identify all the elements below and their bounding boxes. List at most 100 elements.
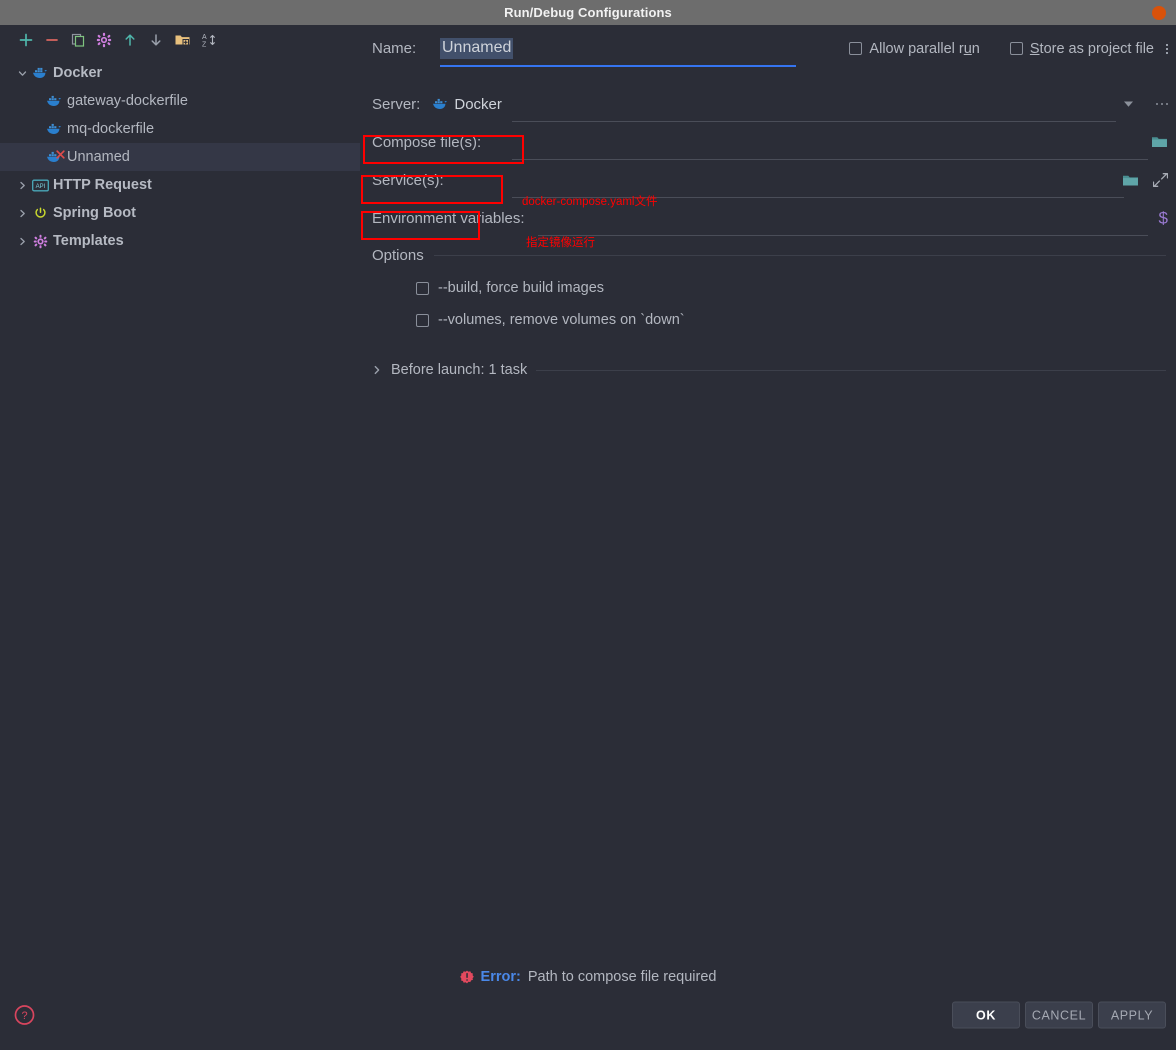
env-vars-underline — [538, 235, 1148, 236]
checkbox-box — [416, 313, 429, 327]
dialog-footer: ? OK CANCEL APPLY — [0, 993, 1176, 1037]
store-as-project-file-checkbox[interactable]: Store as project file — [1009, 40, 1154, 57]
arrow-up-icon[interactable] — [117, 27, 143, 53]
server-more-icon[interactable] — [1155, 102, 1168, 106]
env-vars-icons: $ — [1159, 210, 1168, 227]
configurations-tree[interactable]: Docker gateway-dockerfile mq-dockerfile … — [0, 59, 360, 255]
before-launch-section[interactable]: Before launch: 1 task — [360, 362, 1176, 378]
error-label: Error: — [480, 969, 521, 985]
tree-group-templates[interactable]: Templates — [0, 227, 360, 255]
error-status-row: Error: Path to compose file required — [0, 969, 1176, 985]
gear-icon[interactable] — [91, 27, 117, 53]
tree-group-docker[interactable]: Docker — [0, 59, 360, 87]
folder-icon[interactable] — [1122, 173, 1139, 187]
annotation-text-compose: docker-compose.yaml文件 — [522, 196, 658, 208]
gear-icon — [30, 234, 50, 249]
expand-editor-icon[interactable] — [1153, 173, 1168, 188]
svg-text:Z: Z — [202, 42, 207, 49]
name-input[interactable]: Unnamed — [440, 38, 796, 67]
tree-item-gateway-dockerfile[interactable]: gateway-dockerfile — [0, 87, 360, 115]
tree-item-label: mq-dockerfile — [67, 121, 155, 137]
error-overlay-icon — [56, 147, 65, 163]
options-title: Options — [372, 247, 424, 264]
tree-item-unnamed[interactable]: Unnamed — [0, 143, 360, 171]
chevron-right-icon[interactable] — [372, 365, 382, 375]
checkbox-box — [416, 281, 429, 295]
top-right-options: Allow parallel run Store as project file — [849, 41, 1168, 57]
server-value[interactable]: Docker — [432, 96, 502, 113]
window-title: Run/Debug Configurations — [504, 5, 672, 20]
tree-item-label: Docker — [53, 65, 103, 81]
tree-group-spring-boot[interactable]: Spring Boot — [0, 199, 360, 227]
docker-whale-icon — [44, 147, 65, 164]
server-label: Server: — [372, 95, 421, 113]
tree-group-http-request[interactable]: API HTTP Request — [0, 171, 360, 199]
options-header: Options — [372, 247, 1176, 264]
option-volumes-checkbox[interactable]: --volumes, remove volumes on `down` — [416, 312, 1176, 328]
compose-files-label: Compose file(s): — [372, 133, 482, 151]
compose-files-underline — [512, 159, 1148, 160]
chevron-down-icon[interactable] — [14, 65, 30, 81]
arrow-down-icon[interactable] — [143, 27, 169, 53]
checkbox-box — [1009, 42, 1023, 55]
cancel-button[interactable]: CANCEL — [1025, 1001, 1093, 1029]
dialog-buttons: OK CANCEL APPLY — [952, 1001, 1166, 1029]
dollar-macro-icon[interactable]: $ — [1159, 210, 1168, 227]
folder-add-icon[interactable] — [169, 27, 195, 53]
error-message: Path to compose file required — [527, 969, 717, 985]
help-circle-icon[interactable]: ? — [14, 1005, 35, 1026]
folder-icon[interactable] — [1151, 135, 1168, 149]
add-configuration-button[interactable] — [13, 27, 39, 53]
docker-whale-icon — [30, 66, 50, 80]
store-as-project-file-label: Store as project file — [1029, 40, 1154, 57]
tree-item-label: gateway-dockerfile — [67, 93, 188, 109]
more-options-icon[interactable] — [1166, 43, 1168, 54]
close-circle-icon[interactable] — [1152, 5, 1166, 20]
chevron-right-icon[interactable] — [14, 233, 30, 249]
chevron-down-icon[interactable] — [1123, 100, 1134, 108]
server-row: Server: Docker — [360, 85, 1176, 123]
configurations-sidebar: A Z Docker gateway-dockerfile mq-dockerf… — [0, 25, 360, 1037]
chevron-right-icon[interactable] — [14, 177, 30, 193]
compose-files-icons — [1151, 135, 1168, 149]
sort-az-icon[interactable]: A Z — [195, 27, 221, 53]
http-request-icon: API — [30, 179, 50, 192]
server-row-icons — [1123, 100, 1168, 108]
services-row: Service(s): — [360, 161, 1176, 199]
options-divider — [433, 255, 1166, 256]
tree-item-label: Unnamed — [67, 149, 130, 165]
env-vars-label: Environment variables: — [372, 209, 525, 227]
svg-text:API: API — [35, 184, 45, 190]
sidebar-toolbar: A Z — [0, 25, 360, 55]
tree-item-mq-dockerfile[interactable]: mq-dockerfile — [0, 115, 360, 143]
name-input-underline — [440, 65, 796, 67]
before-launch-divider — [536, 369, 1166, 371]
tree-item-label: Spring Boot — [53, 205, 136, 221]
ok-button[interactable]: OK — [952, 1001, 1020, 1029]
option-build-checkbox[interactable]: --build, force build images — [416, 280, 1176, 296]
option-build-label: --build, force build images — [438, 280, 605, 296]
name-label: Name: — [372, 40, 417, 57]
remove-configuration-button[interactable] — [39, 27, 65, 53]
copy-icon[interactable] — [65, 27, 91, 53]
services-icons — [1122, 173, 1168, 188]
dialog-body: A Z Docker gateway-dockerfile mq-dockerf… — [0, 25, 1176, 1037]
window-titlebar: Run/Debug Configurations — [0, 0, 1176, 25]
docker-whale-icon — [432, 97, 448, 111]
services-label: Service(s): — [372, 171, 444, 189]
allow-parallel-run-label: Allow parallel run — [869, 40, 980, 57]
tree-item-label: HTTP Request — [53, 177, 152, 193]
spring-boot-icon — [30, 206, 50, 221]
docker-whale-icon — [44, 94, 64, 108]
chevron-right-icon[interactable] — [14, 205, 30, 221]
env-vars-row: Environment variables: $ — [360, 199, 1176, 237]
name-row: Name: Unnamed Allow parallel run Store a… — [360, 38, 1176, 67]
configuration-detail-pane: Name: Unnamed Allow parallel run Store a… — [360, 25, 1176, 1037]
tree-item-label: Templates — [53, 233, 124, 249]
compose-files-row: Compose file(s): — [360, 123, 1176, 161]
allow-parallel-run-checkbox[interactable]: Allow parallel run — [849, 40, 980, 57]
apply-button[interactable]: APPLY — [1098, 1001, 1166, 1029]
before-launch-label: Before launch: 1 task — [391, 362, 528, 378]
option-volumes-label: --volumes, remove volumes on `down` — [438, 312, 685, 328]
svg-text:?: ? — [21, 1010, 27, 1022]
